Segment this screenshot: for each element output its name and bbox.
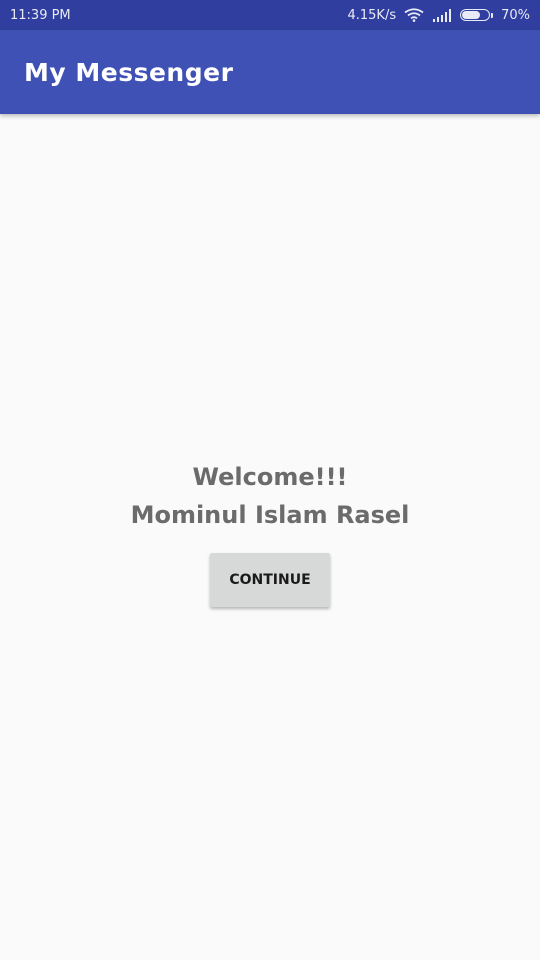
status-bar: 11:39 PM 4.15K/s 70% bbox=[0, 0, 540, 30]
battery-percent: 70% bbox=[501, 7, 530, 23]
battery-icon bbox=[460, 9, 494, 21]
welcome-greeting: Welcome!!! bbox=[192, 463, 348, 491]
status-time: 11:39 PM bbox=[10, 7, 71, 23]
app-bar: My Messenger bbox=[0, 30, 540, 114]
welcome-message: Welcome!!! Mominul Islam Rasel bbox=[0, 458, 540, 534]
battery-cap bbox=[491, 12, 494, 18]
app-title: My Messenger bbox=[24, 57, 234, 87]
continue-button[interactable]: CONTINUE bbox=[210, 553, 330, 607]
app-screen: 11:39 PM 4.15K/s 70% My Messenger Welcom… bbox=[0, 0, 540, 960]
battery-body bbox=[460, 9, 491, 21]
signal-icon bbox=[432, 8, 452, 22]
welcome-user-name: Mominul Islam Rasel bbox=[130, 501, 410, 529]
main-content: Welcome!!! Mominul Islam Rasel CONTINUE bbox=[0, 114, 540, 960]
network-speed: 4.15K/s bbox=[347, 7, 397, 23]
wifi-icon bbox=[404, 8, 424, 22]
battery-fill bbox=[462, 11, 481, 19]
status-indicators: 4.15K/s 70% bbox=[347, 8, 530, 23]
